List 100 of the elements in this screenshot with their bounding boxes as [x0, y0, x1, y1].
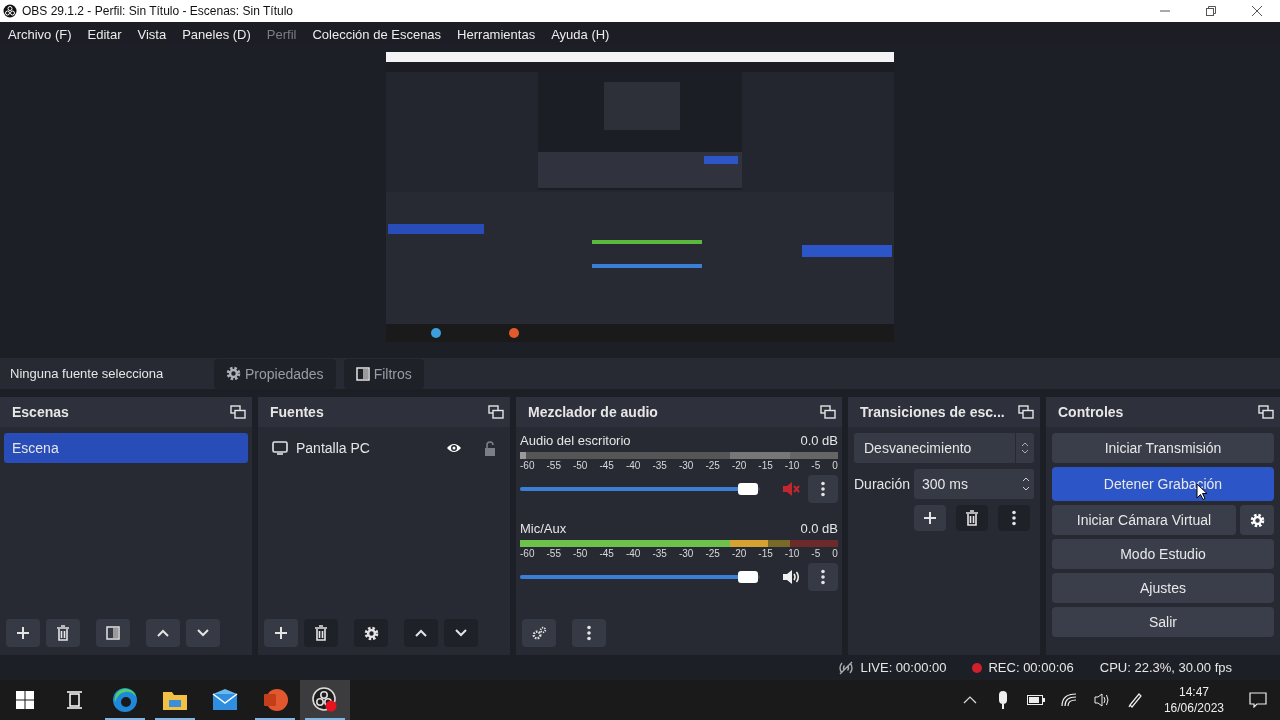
control-button[interactable]: Ajustes — [1052, 573, 1274, 603]
obs-logo-icon — [3, 4, 17, 18]
move-down-button[interactable] — [186, 619, 220, 647]
scale-label: -20 — [731, 548, 747, 559]
stream-off-icon — [838, 660, 855, 675]
add-button[interactable] — [264, 619, 298, 647]
more-icon — [821, 569, 825, 585]
channel-name: Mic/Aux — [520, 521, 567, 536]
transition-dropdown[interactable]: Desvanecimiento — [854, 433, 1034, 463]
selection-status: Ninguna fuente selecciona — [10, 366, 165, 381]
duration-field[interactable]: 300 ms — [914, 469, 1034, 499]
volume-icon[interactable] — [1094, 693, 1111, 707]
remove-button[interactable] — [46, 619, 80, 647]
trash-icon — [965, 510, 979, 526]
scale-label: -20 — [731, 460, 747, 471]
scale-label: -50 — [572, 460, 588, 471]
undock-icon — [820, 405, 836, 419]
taskbar-clock[interactable]: 14:47 16/06/2023 — [1151, 684, 1236, 716]
scale-label: 0 — [832, 548, 838, 559]
menu-item[interactable]: Ayuda (H) — [543, 26, 618, 42]
volume-reading: 0.0 dB — [800, 433, 838, 448]
scale-label: -55 — [546, 460, 561, 471]
field-label: Duración — [854, 476, 911, 492]
channel-name: Audio del escritorio — [520, 433, 631, 448]
source-item[interactable]: Pantalla PC — [296, 440, 438, 456]
dock-title: Mezclador de audio — [528, 404, 658, 420]
gear-icon — [226, 366, 241, 381]
chevron-up-icon — [156, 628, 170, 638]
unlocked-icon[interactable] — [484, 440, 496, 456]
control-button[interactable]: Detener Grabación — [1052, 467, 1274, 501]
settings-button[interactable] — [1240, 505, 1274, 535]
scale-label: 0 — [832, 460, 838, 471]
mute-icon[interactable] — [782, 481, 800, 497]
menu-item[interactable]: Archivo (F) — [0, 26, 80, 42]
move-up-button[interactable] — [404, 619, 438, 647]
eye-icon[interactable] — [446, 442, 462, 454]
more-icon — [821, 481, 825, 497]
menu-item[interactable]: Herramientas — [449, 26, 544, 42]
channel-menu-button[interactable] — [808, 563, 838, 591]
dock-title: Escenas — [12, 404, 69, 420]
scale-label: -60 — [520, 460, 535, 471]
remove-button[interactable] — [956, 505, 988, 531]
scale-label: -50 — [572, 548, 588, 559]
advanced-audio-button[interactable] — [522, 619, 556, 647]
scene-item[interactable]: Escena — [4, 433, 248, 463]
trash-icon — [314, 625, 328, 641]
add-button[interactable] — [914, 505, 946, 531]
presentation-icon — [262, 687, 288, 713]
scale-label: -40 — [625, 460, 641, 471]
filters-button[interactable] — [96, 619, 130, 647]
menu-item[interactable]: Colección de Escenas — [304, 26, 450, 42]
control-button[interactable]: Salir — [1052, 607, 1274, 637]
more-icon — [1012, 510, 1016, 526]
move-up-button[interactable] — [146, 619, 180, 647]
dock-title: Controles — [1058, 404, 1124, 420]
mixer-menu-button[interactable] — [572, 619, 606, 647]
scale-label: -15 — [758, 548, 773, 559]
move-down-button[interactable] — [444, 619, 478, 647]
channel-menu-button[interactable] — [808, 475, 838, 503]
scale-label: -35 — [652, 548, 667, 559]
undock-icon — [1258, 405, 1274, 419]
speaker-icon[interactable] — [782, 569, 800, 585]
more-icon — [587, 625, 591, 641]
battery-icon[interactable] — [1027, 695, 1046, 705]
gears-icon — [531, 626, 547, 640]
notifications-icon[interactable] — [1249, 692, 1267, 708]
control-button[interactable]: Iniciar Transmisión — [1052, 433, 1274, 463]
mail-icon — [212, 689, 238, 711]
close-icon — [1252, 6, 1262, 16]
scale-label: -25 — [705, 548, 720, 559]
windows-icon — [16, 691, 34, 709]
plus-icon — [923, 511, 937, 525]
filter-icon — [106, 626, 120, 640]
trash-icon — [56, 625, 70, 641]
menu-item[interactable]: Vista — [129, 26, 175, 42]
microphone-icon[interactable] — [998, 691, 1009, 709]
transition-menu-button[interactable] — [998, 505, 1030, 531]
control-button[interactable]: Iniciar Cámara Virtual — [1052, 505, 1236, 535]
plus-icon — [274, 626, 288, 640]
filter-icon — [355, 366, 370, 381]
settings-button[interactable] — [354, 619, 388, 647]
undock-icon — [488, 405, 504, 419]
browser-icon — [112, 687, 138, 713]
dock-title: Transiciones de esc... — [860, 404, 1005, 420]
taskbar-button[interactable] — [300, 680, 350, 720]
spinner-arrows-icon — [1022, 477, 1030, 491]
pen-icon[interactable] — [1127, 692, 1144, 708]
scale-label: -45 — [599, 460, 614, 471]
scale-label: -35 — [652, 460, 667, 471]
control-button[interactable]: Modo Estudio — [1052, 539, 1274, 569]
menu-item[interactable]: Editar — [79, 26, 130, 42]
scale-label: -10 — [784, 548, 800, 559]
remove-button[interactable] — [304, 619, 338, 647]
add-button[interactable] — [6, 619, 40, 647]
cpu-usage: CPU: 22.3%, 30.00 fps — [1099, 660, 1232, 675]
chevron-up-icon[interactable] — [963, 696, 978, 704]
menu-item[interactable]: Paneles (D) — [174, 26, 259, 42]
wifi-icon[interactable] — [1061, 693, 1078, 707]
undock-icon — [230, 405, 246, 419]
rec-timer: REC: 00:00:06 — [988, 660, 1074, 675]
